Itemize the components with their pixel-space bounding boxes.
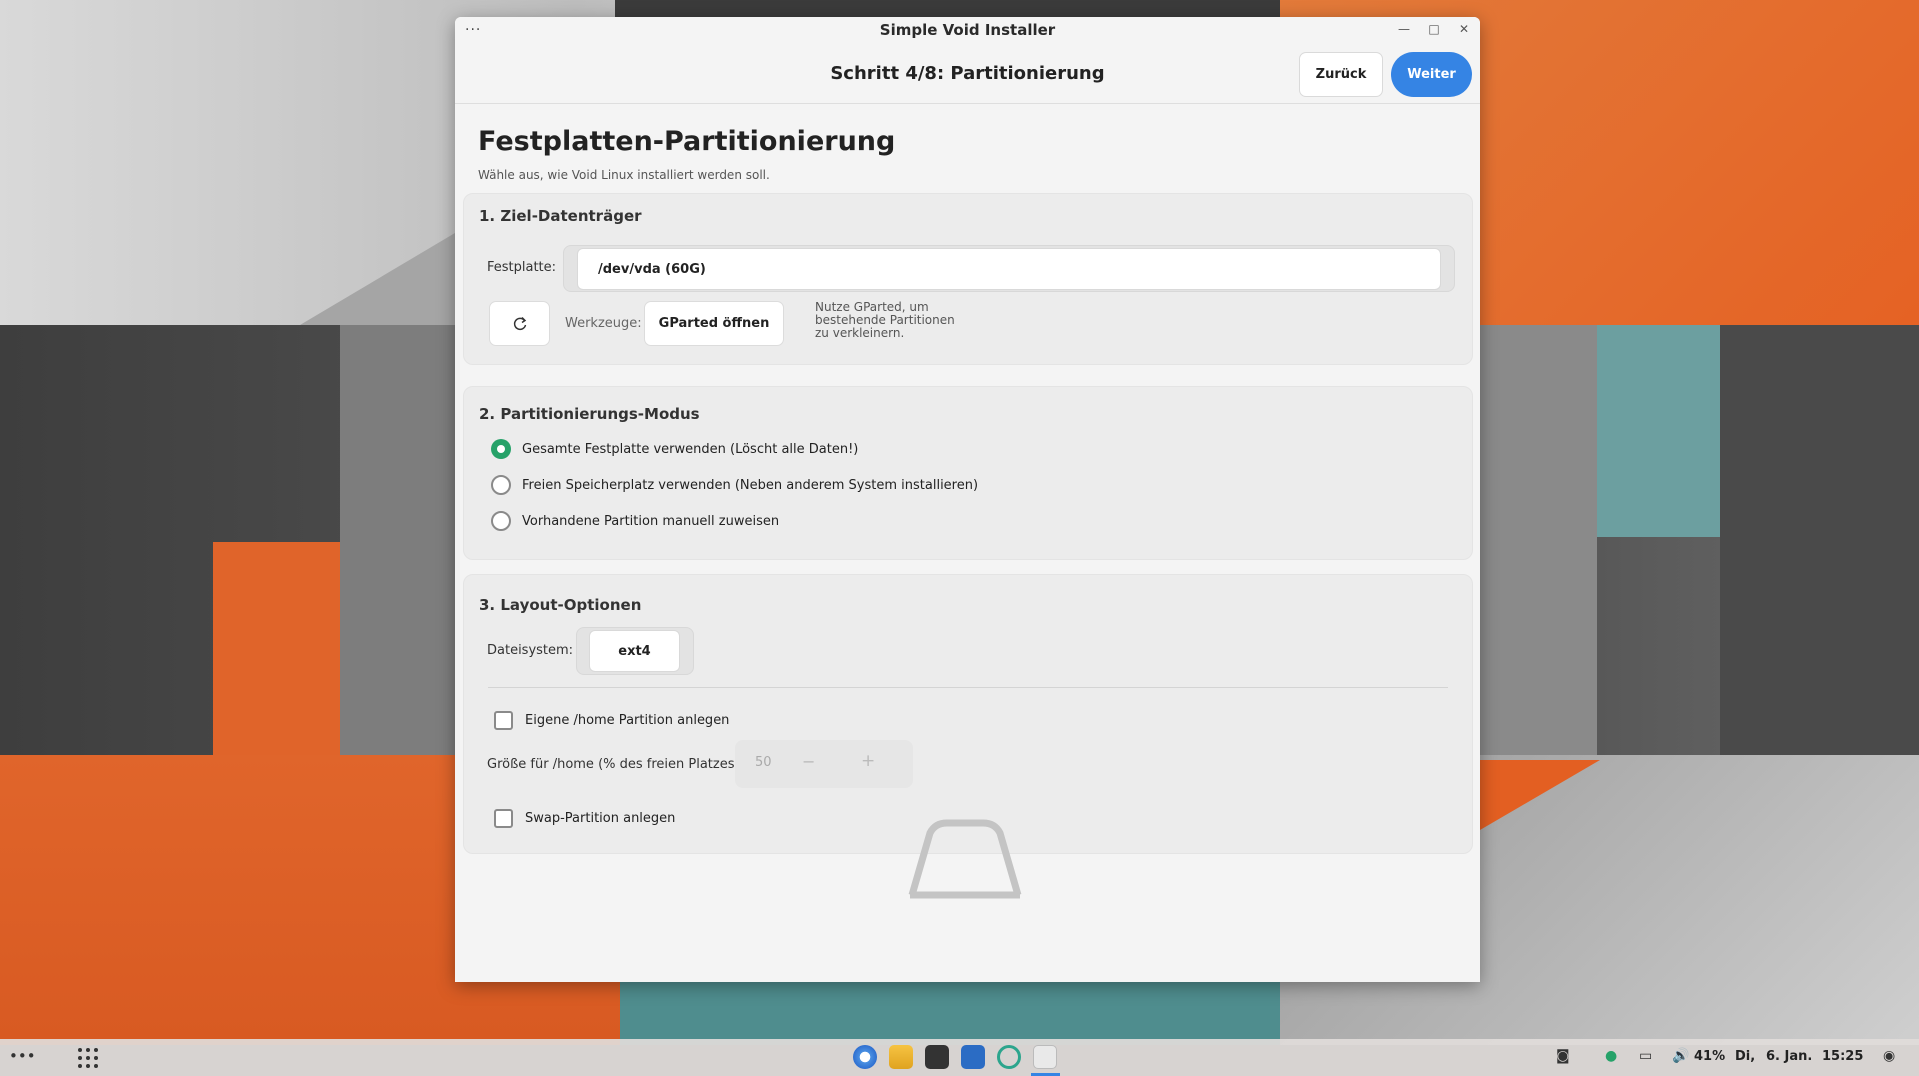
network-icon[interactable]: ▭ — [1639, 1048, 1652, 1064]
overflow-icon[interactable]: ••• — [9, 1047, 36, 1065]
gparted-hint: Nutze GParted, um bestehende Partitionen… — [815, 301, 975, 340]
date[interactable]: 6. Jan. — [1766, 1049, 1812, 1064]
date-day[interactable]: Di, — [1735, 1049, 1755, 1064]
terminal-icon[interactable] — [925, 1045, 949, 1069]
radio-selected-icon[interactable] — [491, 439, 511, 459]
title-bar: ··· Simple Void Installer — □ ✕ — [455, 17, 1480, 47]
target-disk-title: 1. Ziel-Datenträger — [479, 207, 642, 225]
filesystem-select[interactable]: ext4 — [589, 630, 680, 672]
layout-options-card: 3. Layout-Optionen Dateisystem: ext4 Eig… — [463, 574, 1473, 854]
clock[interactable]: 15:25 — [1822, 1049, 1863, 1064]
chromium-icon[interactable] — [853, 1045, 877, 1069]
partition-mode-title: 2. Partitionierungs-Modus — [479, 405, 700, 423]
tools-label: Werkzeuge: — [565, 316, 642, 331]
radio-icon[interactable] — [491, 475, 511, 495]
mode-option-label: Vorhandene Partition manuell zuweisen — [522, 513, 780, 529]
refresh-icon — [513, 316, 526, 330]
mode-option-label: Gesamte Festplatte verwenden (Löscht all… — [522, 441, 859, 457]
installer-window: ··· Simple Void Installer — □ ✕ Schritt … — [455, 17, 1480, 982]
disk-select-wrap: /dev/vda (60G) — [563, 245, 1455, 292]
refresh-button[interactable] — [489, 301, 550, 346]
hint-line-3: zu verkleinern. — [815, 326, 905, 340]
filesystem-label: Dateisystem: — [487, 643, 574, 658]
target-disk-card: 1. Ziel-Datenträger Festplatte: /dev/vda… — [463, 193, 1473, 365]
disk-select[interactable]: /dev/vda (60G) — [577, 248, 1441, 290]
page-subtitle: Wähle aus, wie Void Linux installiert we… — [478, 168, 770, 182]
files-icon[interactable] — [889, 1045, 913, 1069]
app-grid-icon[interactable] — [77, 1047, 99, 1073]
gparted-button[interactable]: GParted öffnen — [644, 301, 784, 346]
mode-option-manual[interactable]: Vorhandene Partition manuell zuweisen — [491, 511, 779, 531]
checkbox-icon[interactable] — [494, 711, 513, 730]
mode-option-free-space[interactable]: Freien Speicherplatz verwenden (Neben an… — [491, 475, 978, 495]
decrement-button: − — [802, 752, 816, 771]
disk-label: Festplatte: — [487, 260, 557, 275]
void-logo-icon — [908, 819, 1022, 899]
window-title: Simple Void Installer — [879, 21, 1056, 39]
home-size-label: Größe für /home (% des freien Platzes): — [487, 757, 744, 772]
minimize-icon[interactable]: — — [1395, 22, 1413, 36]
status-green-icon[interactable]: ● — [1605, 1048, 1617, 1064]
mode-option-label: Freien Speicherplatz verwenden (Neben an… — [522, 477, 979, 493]
maximize-icon[interactable]: □ — [1425, 22, 1443, 36]
next-button[interactable]: Weiter — [1391, 52, 1472, 97]
layout-options-title: 3. Layout-Optionen — [479, 596, 642, 614]
filesystem-select-wrap: ext4 — [576, 627, 694, 675]
installer-icon[interactable] — [1033, 1045, 1057, 1069]
user-icon[interactable]: ◉ — [1883, 1048, 1895, 1064]
home-size-stepper: 50 − + — [735, 740, 913, 788]
home-partition-option[interactable]: Eigene /home Partition anlegen — [494, 711, 729, 730]
close-icon[interactable]: ✕ — [1455, 22, 1473, 36]
battery-level[interactable]: 41% — [1694, 1049, 1725, 1064]
vscode-icon[interactable] — [961, 1045, 985, 1069]
swap-partition-label: Swap-Partition anlegen — [525, 811, 676, 826]
taskbar: ••• ◙ ● ▭ 🔊 41% Di, 6. Jan. 15:25 ◉ — [0, 1039, 1919, 1076]
increment-button: + — [861, 751, 876, 771]
radio-icon[interactable] — [491, 511, 511, 531]
browser-e-icon[interactable] — [997, 1045, 1021, 1069]
checkbox-icon[interactable] — [494, 809, 513, 828]
home-partition-label: Eigene /home Partition anlegen — [525, 713, 730, 728]
partition-mode-card: 2. Partitionierungs-Modus Gesamte Festpl… — [463, 386, 1473, 560]
volume-icon[interactable]: 🔊 — [1672, 1048, 1689, 1064]
page-title: Festplatten-Partitionierung — [478, 126, 896, 157]
home-size-value: 50 — [755, 755, 772, 770]
swap-partition-option[interactable]: Swap-Partition anlegen — [494, 809, 675, 828]
header-bar: Schritt 4/8: Partitionierung Zurück Weit… — [455, 47, 1480, 104]
mode-option-whole-disk[interactable]: Gesamte Festplatte verwenden (Löscht all… — [491, 439, 858, 459]
back-button[interactable]: Zurück — [1299, 52, 1383, 97]
divider — [488, 687, 1448, 688]
screenshot-icon[interactable]: ◙ — [1556, 1048, 1570, 1064]
